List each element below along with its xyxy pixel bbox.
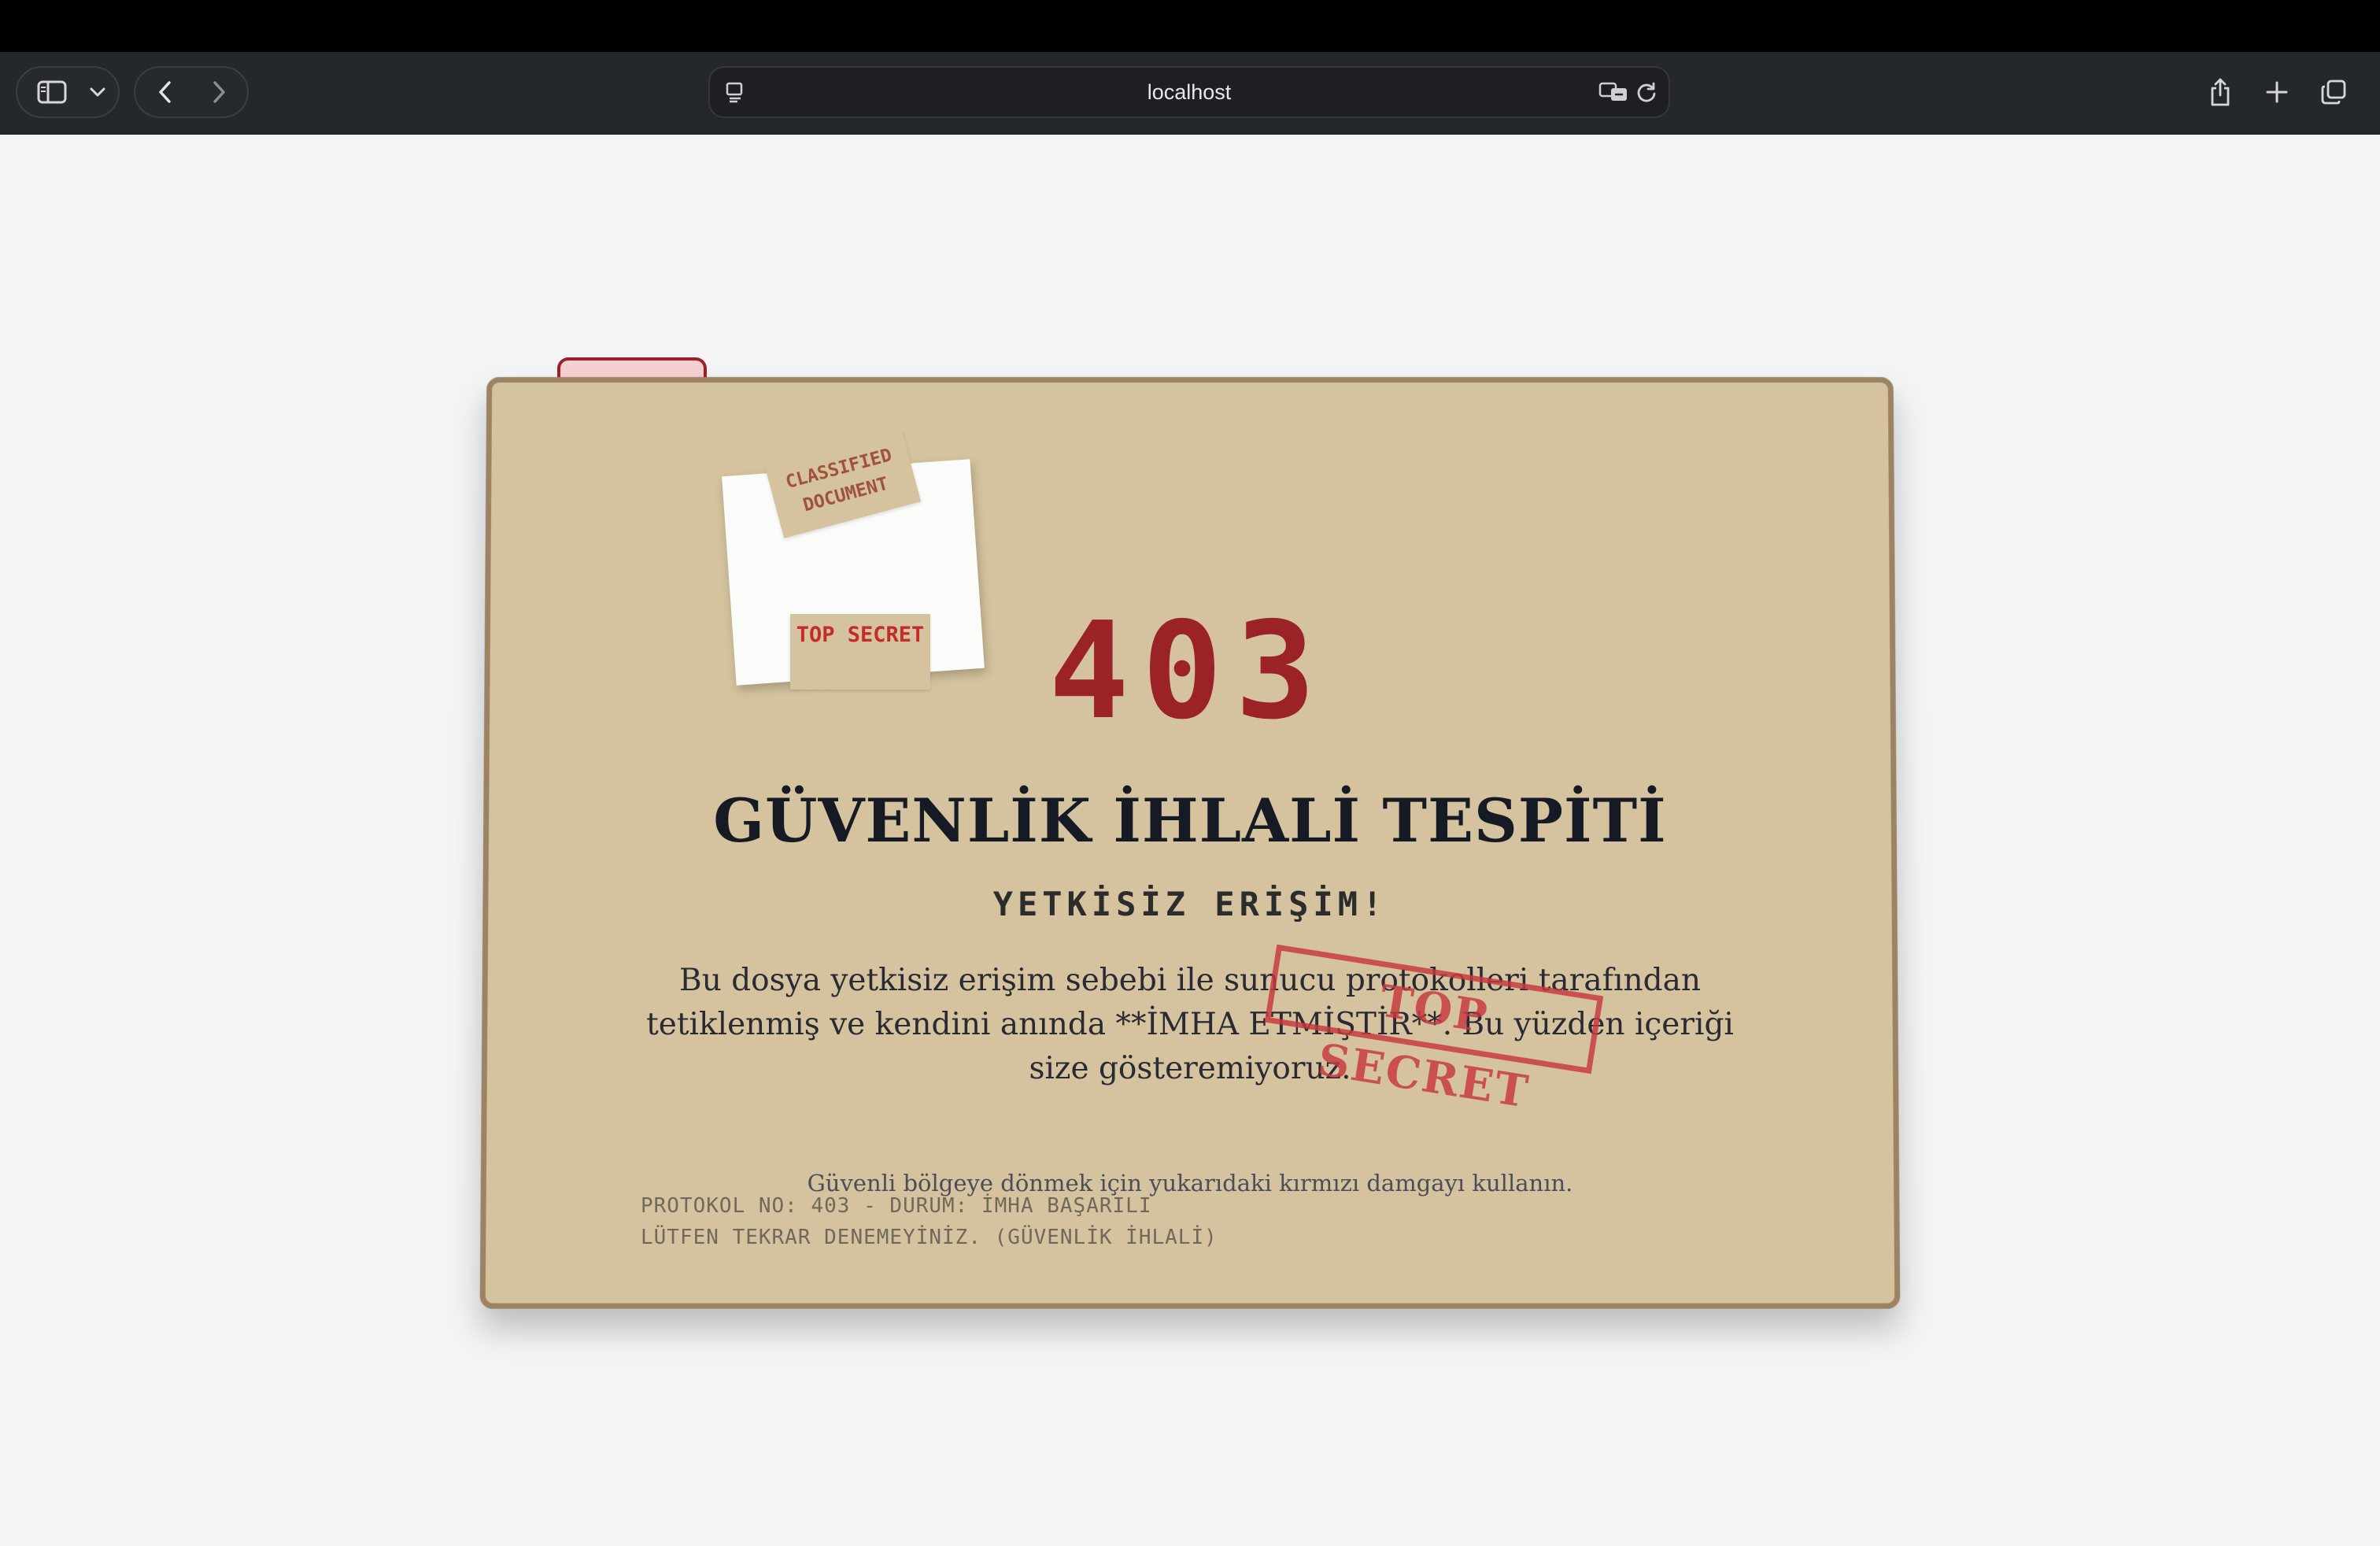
back-button[interactable] xyxy=(139,68,192,117)
protocol-line-2: LÜTFEN TEKRAR DENEMEYİNİZ. (GÜVENLİK İHL… xyxy=(641,1226,1218,1249)
sidebar-icon xyxy=(37,80,67,104)
translate-button[interactable] xyxy=(1598,68,1629,117)
browser-toolbar: localhost xyxy=(0,52,2380,135)
plus-icon xyxy=(2265,80,2289,104)
address-bar[interactable]: localhost xyxy=(708,66,1670,118)
forward-button[interactable] xyxy=(192,68,246,117)
tab-overview-button[interactable] xyxy=(2314,68,2353,117)
sidebar-toggle-button[interactable] xyxy=(28,68,76,117)
back-arrow-icon xyxy=(157,80,173,105)
reload-button[interactable] xyxy=(1631,68,1662,117)
tabs-overview-icon xyxy=(2320,79,2347,105)
system-menu-bar xyxy=(0,0,2380,52)
chevron-down-icon xyxy=(89,87,106,98)
forward-arrow-icon xyxy=(211,80,227,105)
new-tab-button[interactable] xyxy=(2257,68,2297,117)
protocol-footer: PROTOKOL NO: 403 - DURUM: İMHA BAŞARILI … xyxy=(641,1190,1218,1253)
share-button[interactable] xyxy=(2201,68,2240,117)
protocol-line-1: PROTOKOL NO: 403 - DURUM: İMHA BAŞARILI xyxy=(641,1194,1151,1218)
share-icon xyxy=(2208,77,2232,107)
page-title: GÜVENLİK İHLALİ TESPİTİ xyxy=(483,786,1897,856)
url-text: localhost xyxy=(710,68,1669,117)
navigation-button-group xyxy=(134,66,249,118)
page-subtitle: YETKİSİZ ERİŞİM! xyxy=(483,885,1897,923)
error-code: 403 xyxy=(1023,597,1354,746)
sidebar-button-group xyxy=(16,66,120,118)
top-secret-tape: TOP SECRET xyxy=(790,614,930,690)
sidebar-menu-button[interactable] xyxy=(83,68,112,117)
translate-icon xyxy=(1598,81,1628,103)
reload-icon xyxy=(1635,81,1658,103)
